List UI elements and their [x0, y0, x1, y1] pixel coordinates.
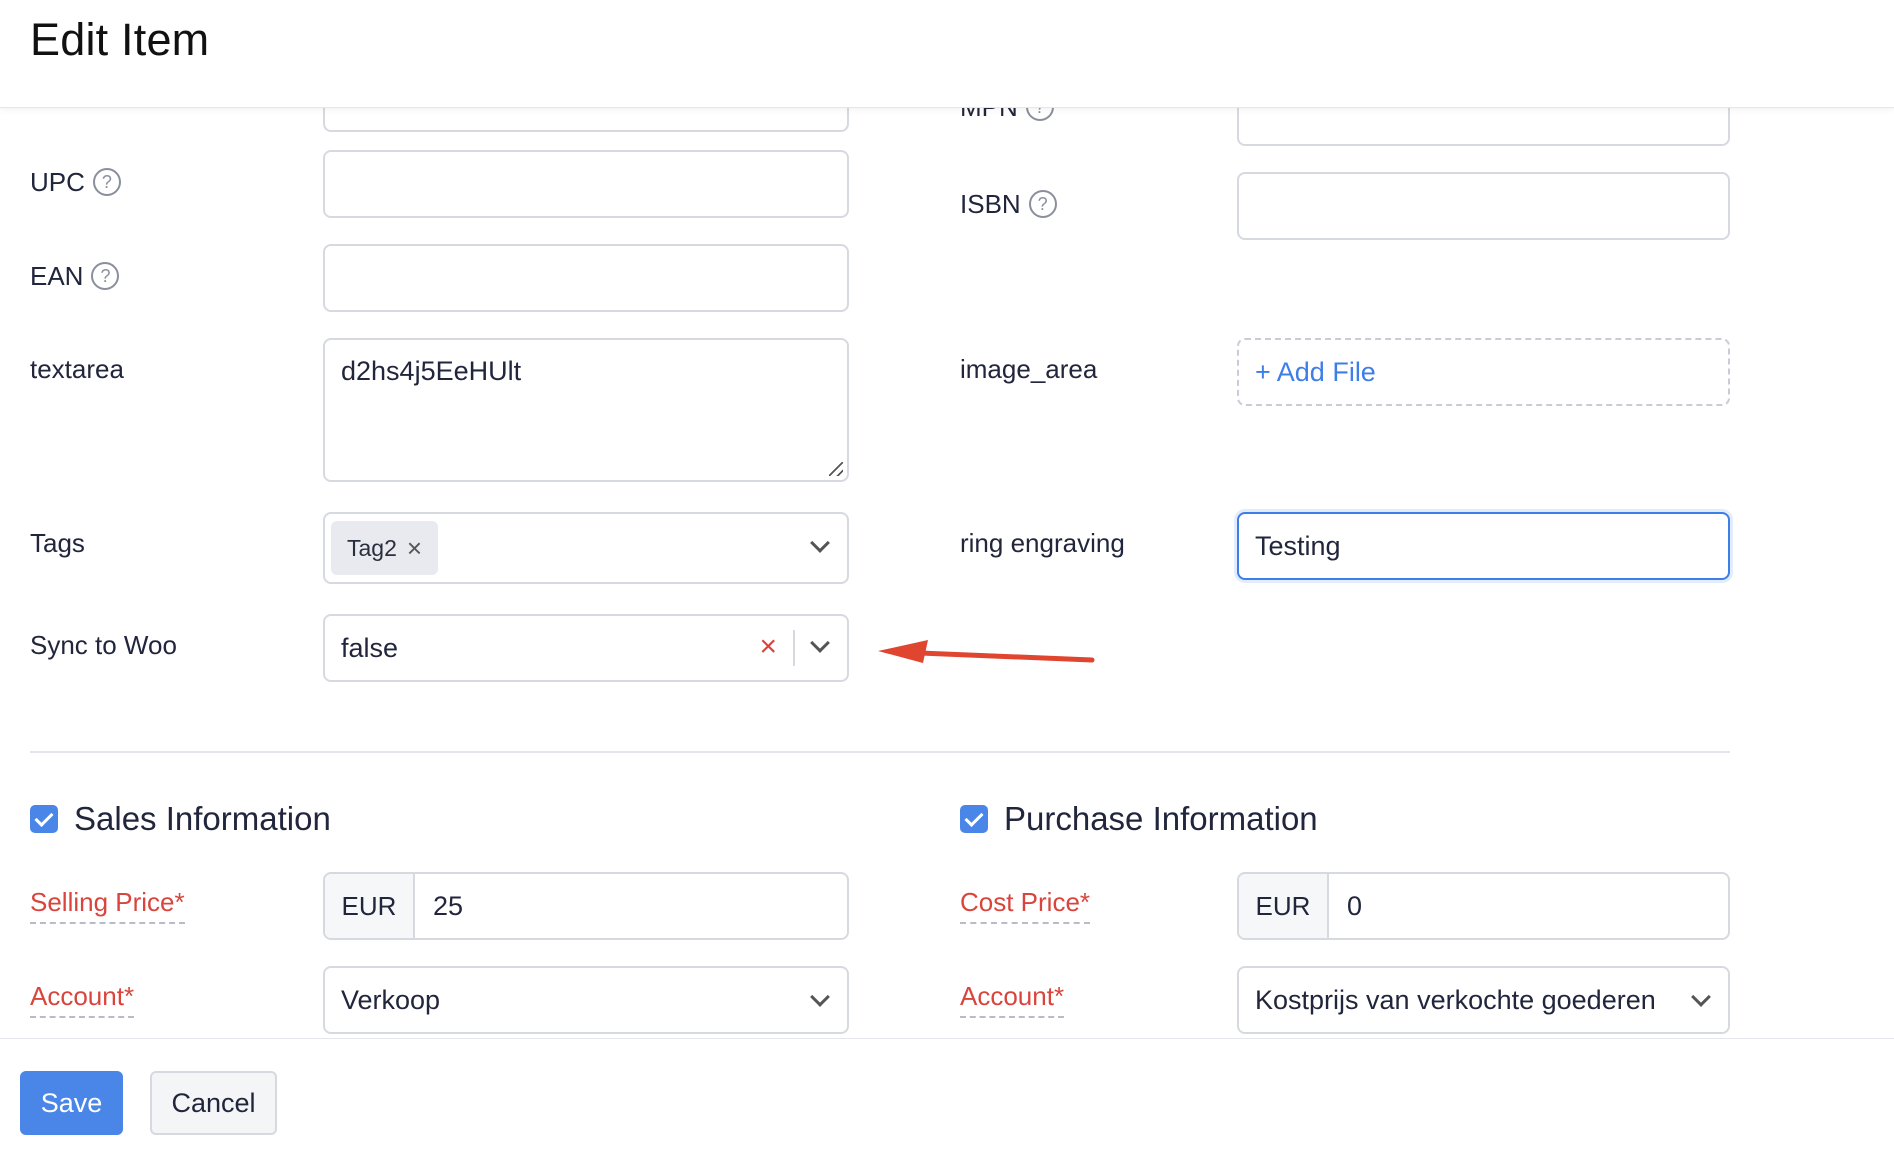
annotation-arrow: [878, 640, 1095, 663]
chevron-down-icon[interactable]: [810, 633, 830, 653]
mpn-label: MPN?: [960, 108, 1054, 123]
textarea-label: textarea: [30, 354, 124, 384]
mpn-label-text: MPN: [960, 108, 1018, 122]
tag-chip-label: Tag2: [347, 534, 397, 561]
tags-select[interactable]: Tag2 ×: [323, 512, 849, 584]
hidden-top-left-input[interactable]: [323, 108, 849, 132]
ean-label: EAN?: [30, 261, 120, 292]
sync-to-woo-value: false: [341, 632, 399, 663]
purchase-information-title: Purchase Information: [1004, 800, 1318, 837]
item-form: MPN? UPC? ISBN? EAN? textarea d2hs4j5EeH…: [0, 108, 1894, 1038]
selling-price-value: 25: [433, 890, 464, 921]
tags-label: Tags: [30, 528, 85, 558]
upc-label-text: UPC: [30, 167, 85, 197]
isbn-input[interactable]: [1237, 172, 1730, 240]
ean-label-text: EAN: [30, 261, 84, 291]
ring-engraving-input[interactable]: Testing: [1237, 512, 1730, 580]
page-title: Edit Item: [30, 14, 210, 65]
chevron-down-icon[interactable]: [1691, 987, 1711, 1007]
ean-input[interactable]: [323, 244, 849, 312]
chevron-down-icon[interactable]: [810, 987, 830, 1007]
sales-information-checkbox[interactable]: [30, 805, 58, 833]
ring-engraving-label: ring engraving: [960, 528, 1125, 558]
isbn-label-text: ISBN: [960, 189, 1021, 219]
chevron-down-icon[interactable]: [810, 533, 830, 553]
help-icon[interactable]: ?: [1025, 108, 1054, 122]
purchase-account-label: Account*: [960, 981, 1065, 1018]
selling-price-label: Selling Price*: [30, 887, 185, 924]
select-separator: [793, 630, 795, 666]
purchase-information-checkbox[interactable]: [960, 805, 988, 833]
mpn-input[interactable]: [1237, 108, 1730, 146]
ring-engraving-value: Testing: [1255, 530, 1341, 561]
edit-item-page: Edit Item MPN? UPC? ISBN? EAN? textarea …: [0, 0, 1894, 1152]
form-footer: Save Cancel: [0, 1038, 1894, 1152]
isbn-label: ISBN?: [960, 189, 1057, 220]
purchase-account-select[interactable]: Kostprijs van verkochte goederen: [1237, 966, 1730, 1034]
sales-information-title: Sales Information: [74, 800, 331, 837]
sync-to-woo-select[interactable]: false ×: [323, 614, 849, 682]
currency-prefix: EUR: [1239, 874, 1329, 938]
upc-input[interactable]: [323, 150, 849, 218]
add-file-dropzone[interactable]: + Add File: [1237, 338, 1730, 406]
sales-account-select[interactable]: Verkoop: [323, 966, 849, 1034]
cost-price-input[interactable]: EUR 0: [1237, 872, 1730, 940]
upc-label: UPC?: [30, 167, 121, 198]
tag-chip: Tag2 ×: [331, 521, 439, 575]
clear-icon[interactable]: ×: [759, 632, 777, 662]
page-header: Edit Item: [0, 0, 1894, 108]
currency-prefix: EUR: [325, 874, 415, 938]
help-icon[interactable]: ?: [92, 168, 121, 197]
selling-price-input[interactable]: EUR 25: [323, 872, 849, 940]
textarea-field[interactable]: d2hs4j5EeHUlt: [323, 338, 849, 482]
help-icon[interactable]: ?: [1028, 190, 1057, 219]
image-area-label: image_area: [960, 354, 1098, 384]
cost-price-value: 0: [1347, 890, 1363, 921]
add-file-button[interactable]: + Add File: [1255, 357, 1376, 388]
cancel-button[interactable]: Cancel: [150, 1071, 277, 1135]
cost-price-label: Cost Price*: [960, 887, 1091, 924]
help-icon[interactable]: ?: [91, 262, 120, 291]
tag-remove-icon[interactable]: ×: [407, 535, 422, 561]
save-button[interactable]: Save: [20, 1071, 123, 1135]
sales-account-label: Account*: [30, 981, 135, 1018]
sales-account-value: Verkoop: [341, 984, 441, 1015]
sync-to-woo-label: Sync to Woo: [30, 630, 177, 660]
resize-handle[interactable]: [829, 462, 843, 476]
purchase-account-value: Kostprijs van verkochte goederen: [1255, 984, 1656, 1015]
section-divider: [30, 751, 1730, 753]
textarea-value: d2hs4j5EeHUlt: [341, 356, 522, 386]
